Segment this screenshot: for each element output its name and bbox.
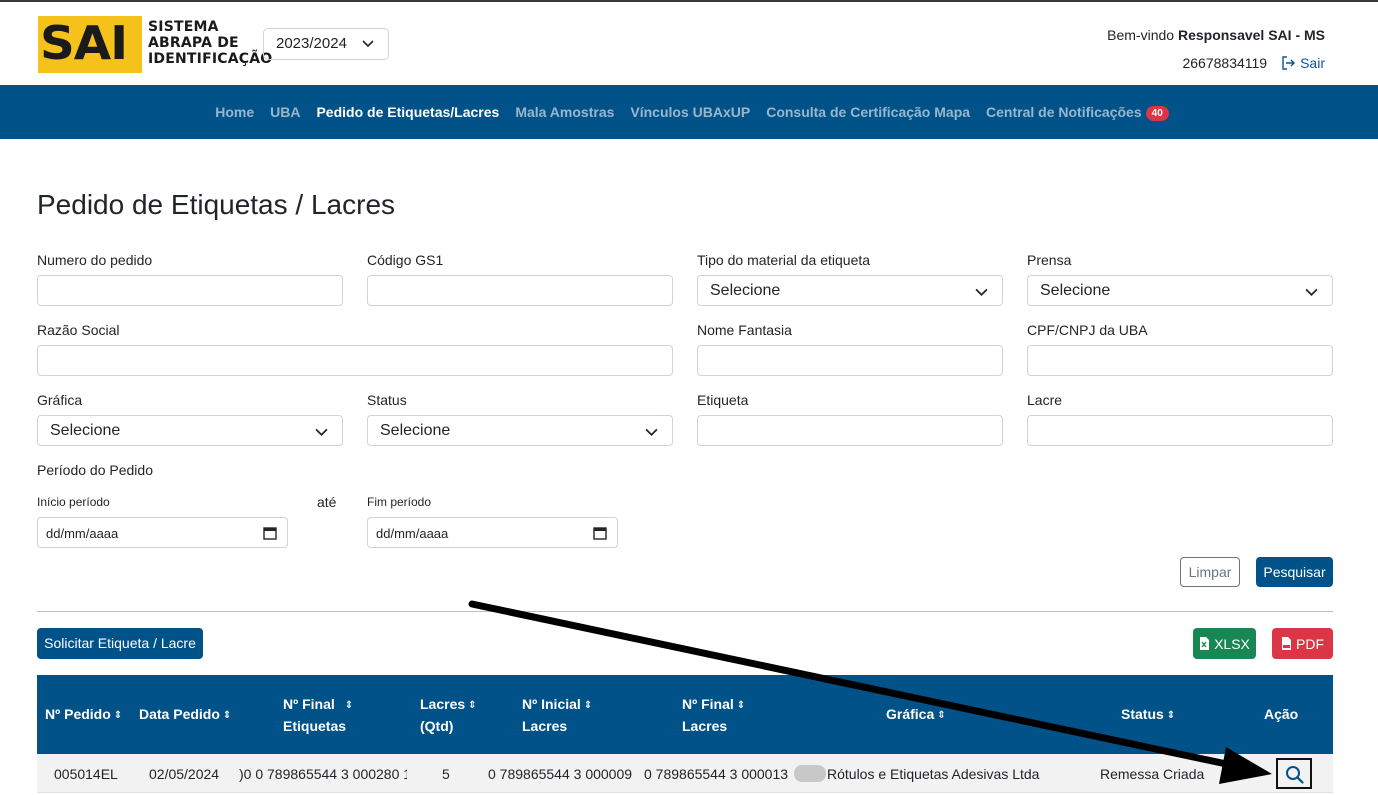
sort-icon: ⇕	[113, 710, 123, 721]
redacted-mark	[794, 765, 826, 782]
sort-icon: ⇕	[583, 700, 593, 711]
sort-icon: ⇕	[1166, 710, 1176, 721]
pdf-file-icon	[1282, 637, 1291, 650]
nome-fantasia-input[interactable]	[697, 345, 1003, 376]
col-status[interactable]: Status ⇕	[1121, 704, 1175, 726]
calendar-icon[interactable]	[263, 526, 277, 540]
label-fim-periodo: Fim período	[367, 495, 432, 509]
label-lacre: Lacre	[1027, 392, 1063, 408]
nav-uba[interactable]: UBA	[270, 104, 300, 120]
chevron-down-icon	[1305, 288, 1318, 296]
welcome-text: Bem-vindo Responsavel SAI - MS	[1107, 27, 1325, 43]
sort-icon: ⇕	[736, 700, 746, 711]
nav-mala-amostras[interactable]: Mala Amostras	[515, 104, 614, 120]
label-etiqueta: Etiqueta	[697, 392, 749, 408]
table-row: 005014EL 02/05/2024 )0 0 789865544 3 000…	[37, 754, 1333, 793]
main-nav: Home UBA Pedido de Etiquetas/Lacres Mala…	[0, 85, 1378, 139]
status-select[interactable]: Selecione	[367, 415, 673, 446]
chevron-down-icon	[975, 288, 988, 296]
label-numero-pedido: Numero do pedido	[37, 252, 153, 268]
limpar-button[interactable]: Limpar	[1180, 557, 1240, 587]
lacre-input[interactable]	[1027, 415, 1333, 446]
grafica-select[interactable]: Selecione	[37, 415, 343, 446]
nav-consulta-mapa[interactable]: Consulta de Certificação Mapa	[766, 104, 970, 120]
col-lacres-qtd[interactable]: Lacres ⇕ (Qtd)	[420, 694, 477, 737]
export-xlsx-button[interactable]: XLSX	[1193, 628, 1256, 659]
sort-icon: ⇕	[937, 710, 946, 721]
logo-text: SAI	[40, 16, 128, 70]
col-acao: Ação	[1264, 706, 1299, 722]
label-status: Status	[367, 392, 407, 408]
season-select[interactable]: 2023/2024	[263, 28, 389, 60]
label-periodo: Período do Pedido	[37, 462, 153, 478]
cell-lacres-qtd: 5	[442, 766, 450, 782]
inicio-periodo-input[interactable]: dd/mm/aaaa	[37, 517, 288, 548]
chevron-down-icon	[362, 40, 374, 48]
numero-pedido-input[interactable]	[37, 275, 343, 306]
col-data[interactable]: Data Pedido ⇕	[139, 704, 231, 726]
label-ate: até	[317, 494, 337, 510]
nav-notificacoes[interactable]: Central de Notificações 40	[986, 104, 1169, 121]
col-final-etiquetas[interactable]: Nº Final ⇕ Etiquetas	[283, 694, 353, 737]
cell-inicial-lacres: 0 789865544 3 000009	[488, 766, 633, 782]
codigo-gs1-input[interactable]	[367, 275, 673, 306]
nav-home[interactable]: Home	[215, 104, 254, 120]
cell-grafica: Rótulos e Etiquetas Adesivas Ltda	[827, 766, 1040, 782]
cell-final-lacres: 0 789865544 3 000013	[644, 766, 789, 782]
calendar-icon[interactable]	[593, 526, 607, 540]
header: SAI SISTEMA ABRAPA DE IDENTIFICAÇÃO 2023…	[0, 2, 1378, 85]
table-header: Nº Pedido ⇕ Data Pedido ⇕ Nº Final ⇕ Etiquet…	[37, 675, 1333, 754]
label-inicio-periodo: Início período	[37, 495, 110, 509]
label-cpf-cnpj: CPF/CNPJ da UBA	[1027, 322, 1148, 338]
col-grafica[interactable]: Gráfica ⇕	[886, 704, 946, 726]
col-final-lacres[interactable]: Nº Final ⇕ Lacres	[682, 694, 745, 737]
excel-file-icon	[1200, 637, 1210, 650]
razao-social-input[interactable]	[37, 345, 673, 376]
label-grafica: Gráfica	[37, 392, 83, 408]
cell-final-etiquetas: )0 0 789865544 3 000280 1	[239, 766, 407, 782]
cell-pedido: 005014EL	[54, 766, 118, 782]
view-details-button[interactable]	[1276, 758, 1312, 789]
export-pdf-button[interactable]: PDF	[1272, 628, 1333, 659]
notification-badge: 40	[1145, 105, 1169, 121]
logo-subtitle: SISTEMA ABRAPA DE IDENTIFICAÇÃO	[148, 19, 273, 67]
col-inicial-lacres[interactable]: Nº Inicial ⇕ Lacres	[522, 694, 592, 737]
divider	[37, 611, 1333, 612]
label-prensa: Prensa	[1027, 252, 1072, 268]
sort-icon: ⇕	[344, 700, 354, 711]
label-nome-fantasia: Nome Fantasia	[697, 322, 792, 338]
col-pedido[interactable]: Nº Pedido ⇕	[45, 704, 122, 726]
chevron-down-icon	[645, 428, 658, 436]
logout-icon	[1282, 56, 1296, 70]
cell-status: Remessa Criada	[1100, 766, 1205, 782]
logo-mark: SAI	[38, 16, 142, 73]
label-codigo-gs1: Código GS1	[367, 252, 444, 268]
label-tipo-material: Tipo do material da etiqueta	[697, 252, 871, 268]
cell-data: 02/05/2024	[149, 766, 220, 782]
chevron-down-icon	[315, 428, 328, 436]
cpf-cnpj-input[interactable]	[1027, 345, 1333, 376]
tipo-material-select[interactable]: Selecione	[697, 275, 1003, 306]
sort-icon: ⇕	[222, 710, 232, 721]
sort-icon: ⇕	[468, 700, 477, 711]
solicitar-etiqueta-button[interactable]: Solicitar Etiqueta / Lacre	[37, 628, 203, 659]
page-title: Pedido de Etiquetas / Lacres	[37, 189, 396, 220]
logout-link[interactable]: Sair	[1281, 55, 1325, 71]
search-icon	[1286, 766, 1304, 784]
pesquisar-button[interactable]: Pesquisar	[1256, 557, 1333, 587]
label-razao-social: Razão Social	[37, 322, 120, 338]
fim-periodo-input[interactable]: dd/mm/aaaa	[367, 517, 618, 548]
user-line: 26678834119 Sair	[1182, 55, 1325, 71]
prensa-select[interactable]: Selecione	[1027, 275, 1333, 306]
welcome-user: Responsavel SAI - MS	[1177, 27, 1325, 43]
nav-pedido-etiquetas[interactable]: Pedido de Etiquetas/Lacres	[316, 104, 499, 120]
etiqueta-input[interactable]	[697, 415, 1003, 446]
nav-vinculos[interactable]: Vínculos UBAxUP	[630, 104, 750, 120]
logo[interactable]: SAI SISTEMA ABRAPA DE IDENTIFICAÇÃO	[38, 16, 272, 74]
user-id: 26678834119	[1182, 55, 1268, 71]
